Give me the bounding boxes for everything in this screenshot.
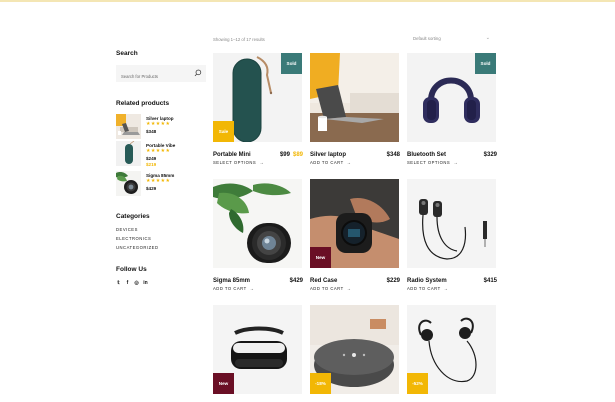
camera-lens-image [213, 179, 302, 268]
product-image[interactable]: New [213, 305, 302, 394]
rating-stars: ★★★★★ [146, 121, 171, 127]
add-to-cart-button[interactable]: ADD TO CART → [310, 286, 351, 291]
product-image[interactable] [213, 179, 302, 268]
arrow-right-icon: → [453, 160, 458, 165]
action-label: ADD TO CART [310, 160, 344, 165]
select-options-button[interactable]: SELECT OPTIONS → [213, 160, 264, 165]
add-to-cart-button[interactable]: ADD TO CART → [310, 160, 351, 165]
rating-stars: ★★★★★ [146, 178, 171, 184]
product-image[interactable]: -52% [407, 305, 496, 394]
category-link-devices[interactable]: DEVICES [116, 227, 138, 232]
instagram-icon[interactable]: ◎ [134, 280, 139, 286]
select-options-button[interactable]: SELECT OPTIONS → [407, 160, 458, 165]
facebook-icon[interactable]: f [125, 280, 130, 286]
product-name[interactable]: Red Case [310, 278, 337, 284]
silver-laptop-thumbnail[interactable] [116, 114, 141, 139]
add-to-cart-button[interactable]: ADD TO CART → [407, 286, 448, 291]
arrow-right-icon: → [346, 286, 352, 291]
search-title: Search [116, 50, 138, 57]
arrow-right-icon: → [346, 160, 352, 165]
related-product[interactable]: Sigma 85mm ★★★★★ $429 [116, 171, 208, 197]
product-name[interactable]: Radio System [407, 278, 447, 284]
action-label: SELECT OPTIONS [407, 160, 451, 165]
sigma-85mm-thumbnail[interactable] [116, 171, 141, 196]
product-name[interactable]: Silver laptop [310, 152, 346, 158]
silver-laptop-image [310, 53, 399, 142]
linkedin-icon[interactable]: in [143, 280, 148, 286]
related-products-title: Related products [116, 100, 170, 107]
earphones-image [407, 179, 496, 268]
twitter-icon[interactable]: 𝕥 [116, 280, 121, 286]
discount-badge: -18% [310, 373, 331, 394]
search-icon[interactable] [194, 69, 202, 77]
product-regular-price: $329 [483, 152, 497, 158]
product-sale-price: $89 [292, 152, 303, 158]
sidebar: Search Related products Silver laptop ★★… [116, 50, 208, 286]
product-image[interactable]: Sold [407, 53, 496, 142]
add-to-cart-button[interactable]: ADD TO CART → [213, 286, 254, 291]
search-box [116, 65, 206, 85]
social-links: 𝕥 f ◎ in [116, 280, 148, 286]
action-label: ADD TO CART [407, 286, 441, 291]
sold-badge: Sold [281, 53, 302, 74]
product-regular-price: $348 [386, 152, 400, 158]
categories-title: Categories [116, 213, 150, 220]
arrow-right-icon: → [443, 286, 449, 291]
new-badge: New [310, 247, 331, 268]
new-badge: New [213, 373, 234, 394]
sorting-value: Default sorting [413, 36, 441, 41]
category-link-uncategorized[interactable]: UNCATEGORIZED [116, 245, 158, 250]
product-image[interactable] [407, 179, 496, 268]
related-product[interactable]: Portable Vibe ★★★★★ $249 $219 [116, 141, 208, 167]
product-name[interactable]: Portable Mini [213, 152, 251, 158]
portable-vibe-thumbnail[interactable] [116, 141, 141, 166]
product-price: $229 [387, 278, 400, 284]
action-label: SELECT OPTIONS [213, 160, 257, 165]
product-image[interactable]: New [310, 179, 399, 268]
product-image[interactable]: Sold Sale [213, 53, 302, 142]
product-name[interactable]: Bluetooth Set [407, 152, 446, 158]
product-regular-price: $229 [386, 278, 400, 284]
product-name[interactable]: Sigma 85mm [213, 278, 250, 284]
product-regular-price: $429 [289, 278, 303, 284]
follow-us-title: Follow Us [116, 266, 147, 273]
product-image[interactable] [310, 53, 399, 142]
action-label: ADD TO CART [213, 286, 247, 291]
sorting-select[interactable]: Default sorting ⌄ [409, 33, 493, 44]
product-price: $329 [484, 152, 497, 158]
related-product-price: $429 [146, 186, 157, 191]
product-regular-price: $99 [279, 152, 290, 158]
sold-badge: Sold [475, 53, 496, 74]
product-regular-price: $415 [483, 278, 497, 284]
top-accent-line [0, 0, 615, 2]
product-price: $348 [387, 152, 400, 158]
related-product-price: $249 [146, 156, 157, 161]
results-count: Showing 1–12 of 17 results [213, 37, 265, 42]
search-input[interactable] [116, 68, 192, 85]
product-price: $99 $89 [280, 152, 303, 158]
category-link-electronics[interactable]: ELECTRONICS [116, 236, 151, 241]
related-product[interactable]: Silver laptop ★★★★★ $348 [116, 114, 208, 140]
related-product-sale-price: $219 [146, 162, 157, 167]
sale-badge: Sale [213, 121, 234, 142]
discount-badge: -52% [407, 373, 428, 394]
arrow-right-icon: → [259, 160, 264, 165]
chevron-down-icon: ⌄ [485, 35, 490, 41]
product-price: $429 [290, 278, 303, 284]
related-product-price: $348 [146, 129, 157, 134]
arrow-right-icon: → [249, 286, 255, 291]
rating-stars: ★★★★★ [146, 148, 171, 154]
product-image[interactable]: -18% [310, 305, 399, 394]
product-price: $415 [484, 278, 497, 284]
action-label: ADD TO CART [310, 286, 344, 291]
